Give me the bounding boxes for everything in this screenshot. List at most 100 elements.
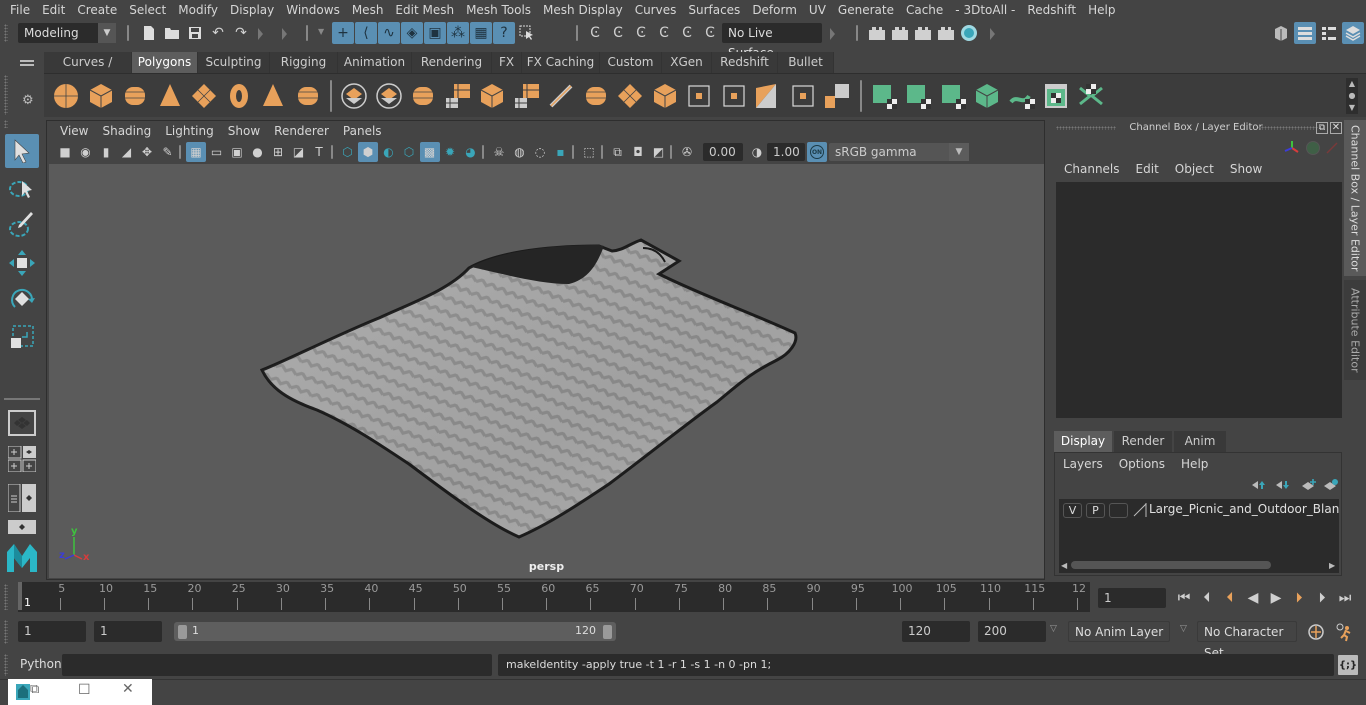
exposure-field[interactable]: 0.00 <box>703 143 743 161</box>
use-default-material-button[interactable]: ◐ <box>379 142 399 162</box>
combine-shelf-button[interactable] <box>340 82 368 110</box>
character-set-dropdown-arrow-icon[interactable]: ▽ <box>1180 624 1187 634</box>
move-tool[interactable] <box>5 246 39 280</box>
snap-to-grid-button[interactable]: Ͼ <box>584 22 606 44</box>
menu-file[interactable]: File <box>4 0 36 20</box>
toolbox-grip[interactable] <box>4 120 8 128</box>
render-current-frame-button[interactable] <box>889 22 911 44</box>
select-tool[interactable] <box>5 134 39 168</box>
float-panel-button[interactable]: ⧉ <box>1316 122 1328 134</box>
menu-3dtoall[interactable]: - 3DtoAll - <box>949 0 1021 20</box>
time-slider[interactable]: 1 5 10 15 20 25 30 35 40 45 50 55 60 65 70 75 80 85 90 95 1… <box>18 582 1090 612</box>
move-layer-down-button[interactable] <box>1275 479 1291 491</box>
screen-space-ao-button[interactable]: ☠ <box>489 142 509 162</box>
go-to-end-button[interactable]: ⏭ <box>1335 590 1355 606</box>
separate-shelf-button[interactable] <box>375 82 403 110</box>
layer-menu-layers[interactable]: Layers <box>1061 457 1111 471</box>
shelf-tab-rendering[interactable]: Rendering <box>412 52 492 73</box>
menu-create[interactable]: Create <box>71 0 123 20</box>
snap-to-point-button[interactable]: Ͼ <box>630 22 652 44</box>
close-window-button[interactable]: ✕ <box>122 681 134 697</box>
shelf-tab-bullet[interactable]: Bullet <box>778 52 834 73</box>
channel-box-menu-show[interactable]: Show <box>1222 162 1270 176</box>
status-line-grip[interactable] <box>4 24 8 42</box>
undo-button[interactable]: ↶ <box>207 22 229 44</box>
shelf-tab-rigging[interactable]: Rigging <box>270 52 338 73</box>
collapse-arrow-icon[interactable] <box>258 28 263 40</box>
menu-help[interactable]: Help <box>1082 0 1121 20</box>
anim-layer-field[interactable]: No Anim Layer <box>1068 621 1170 642</box>
channel-box-side-tab[interactable]: Channel Box / Layer Editor <box>1344 120 1366 276</box>
layer-tab-render[interactable]: Render <box>1114 431 1172 452</box>
connect-shelf-button[interactable] <box>720 82 748 110</box>
select-by-component-uv-button[interactable]: ⁂ <box>447 22 469 44</box>
command-language-toggle[interactable]: Python <box>20 657 62 671</box>
safe-title-button[interactable]: T <box>309 142 329 162</box>
shelf-menu-icon[interactable] <box>20 64 34 66</box>
layout-uv-shelf-button[interactable] <box>1077 82 1105 110</box>
hypershade-button[interactable] <box>958 22 980 44</box>
shelf-tab-curves-surfaces[interactable]: Curves / Surfaces <box>44 52 132 90</box>
maximize-window-button[interactable]: ☐ <box>78 682 91 698</box>
menu-display[interactable]: Display <box>224 0 280 20</box>
step-forward-frame-button[interactable]: ⏵ <box>1312 590 1332 606</box>
poly-pipe-shelf-button[interactable] <box>294 82 322 110</box>
lasso-select-tool[interactable] <box>5 172 39 206</box>
open-render-view-button[interactable] <box>866 22 888 44</box>
render-settings-button[interactable] <box>935 22 957 44</box>
shelf-scroll-menu-icon[interactable]: ● <box>1346 90 1358 102</box>
select-by-hierarchy-button[interactable]: + <box>332 22 354 44</box>
channel-box-menu-object[interactable]: Object <box>1167 162 1222 176</box>
viewport-menu-view[interactable]: View <box>53 124 95 138</box>
manipulator-toggle[interactable] <box>1284 140 1300 156</box>
viewport-menu-shading[interactable]: Shading <box>95 124 158 138</box>
safe-action-button[interactable]: ◪ <box>289 142 309 162</box>
snap-to-view-plane-button[interactable]: Ͼ <box>676 22 698 44</box>
selection-mode-dropdown-icon[interactable]: ▼ <box>318 27 324 36</box>
attribute-editor-side-tab[interactable]: Attribute Editor <box>1344 280 1366 380</box>
channel-box-toggle[interactable] <box>1342 22 1364 44</box>
layer-row[interactable]: V P Large_Picnic_and_Outdoor_Blanket_C <box>1059 499 1339 521</box>
range-end-handle[interactable] <box>603 625 612 639</box>
menu-mesh-display[interactable]: Mesh Display <box>537 0 629 20</box>
move-layer-up-button[interactable] <box>1251 479 1267 491</box>
current-time-indicator[interactable] <box>18 582 22 610</box>
xray-joints-button[interactable]: ◩ <box>649 142 669 162</box>
poly-torus-shelf-button[interactable] <box>225 82 253 110</box>
select-by-component-vertex-button[interactable]: ◈ <box>401 22 423 44</box>
append-to-polygon-shelf-button[interactable] <box>582 82 610 110</box>
shelf-settings-gear-icon[interactable]: ⚙ <box>22 93 34 108</box>
new-scene-button[interactable] <box>138 22 160 44</box>
bridge-shelf-button[interactable] <box>547 82 575 110</box>
shelf-tab-fx[interactable]: FX <box>492 52 522 73</box>
quad-draw-shelf-button[interactable] <box>754 82 782 110</box>
spherical-uv-shelf-button[interactable] <box>939 82 967 110</box>
smooth-shade-button[interactable]: ⬢ <box>358 142 378 162</box>
slow-toggle[interactable] <box>1326 142 1338 154</box>
view-transform-dropdown[interactable]: sRGB gamma ▼ <box>829 143 969 161</box>
playback-start-field[interactable]: 1 <box>94 621 162 642</box>
extrude-shelf-button[interactable] <box>513 82 541 110</box>
save-scene-button[interactable] <box>184 22 206 44</box>
resolution-gate-button[interactable]: ▣ <box>227 142 247 162</box>
bevel-shelf-button[interactable] <box>478 82 506 110</box>
select-by-component-curve-button[interactable]: ∿ <box>378 22 400 44</box>
2d-pan-zoom-button[interactable]: ✥ <box>137 142 157 162</box>
layer-playback-toggle[interactable]: P <box>1086 503 1105 518</box>
multi-cut-shelf-button[interactable] <box>651 82 679 110</box>
outliner-persp-layout-button[interactable] <box>7 483 36 513</box>
highlight-selection-button[interactable] <box>516 22 538 44</box>
shadows-button[interactable]: ◕ <box>461 142 481 162</box>
menu-edit[interactable]: Edit <box>36 0 71 20</box>
scroll-right-arrow-icon[interactable]: ▶ <box>1329 561 1335 570</box>
anti-aliasing-button[interactable]: ◌ <box>530 142 550 162</box>
command-line-grip[interactable] <box>4 654 8 676</box>
target-weld-shelf-button[interactable] <box>685 82 713 110</box>
poly-pyramid-shelf-button[interactable] <box>259 82 287 110</box>
shelf-tab-sculpting[interactable]: Sculpting <box>198 52 270 73</box>
go-to-start-button[interactable]: ⏮ <box>1174 590 1194 606</box>
offset-edge-loop-shelf-button[interactable] <box>789 82 817 110</box>
rotate-tool[interactable] <box>5 282 39 316</box>
select-by-object-type-button[interactable]: ⟨ <box>355 22 377 44</box>
channel-box-area[interactable] <box>1056 182 1342 418</box>
